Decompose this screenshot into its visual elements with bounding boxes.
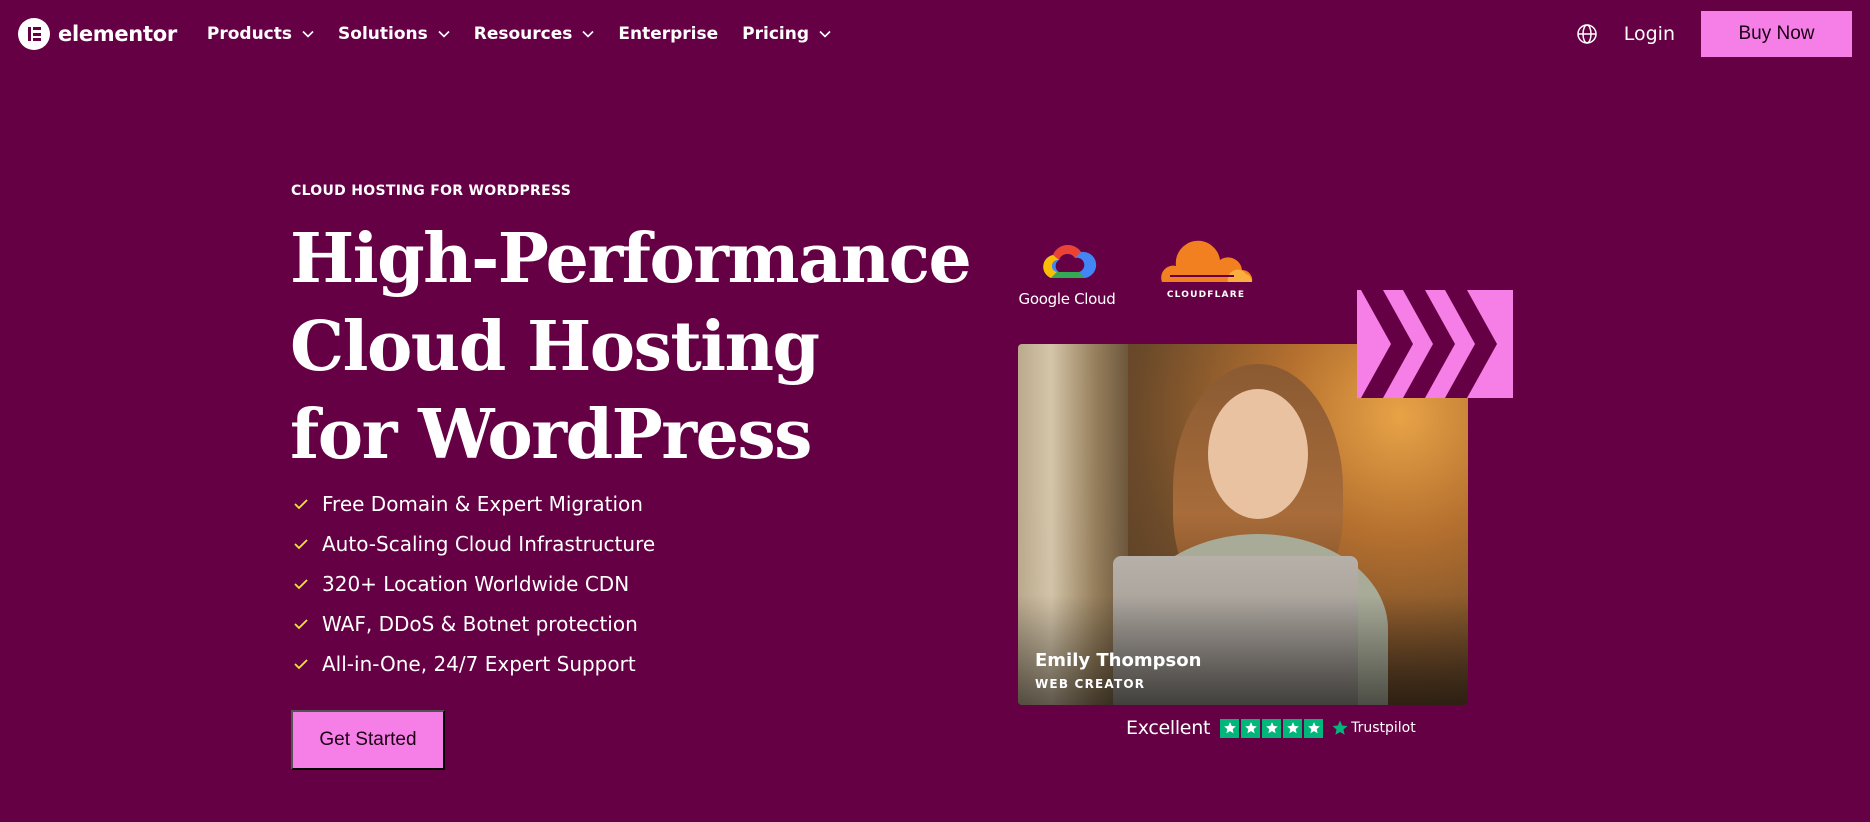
trustpilot-label: Trustpilot [1351, 720, 1416, 736]
main-menu: Products Solutions Resources Enterprise … [207, 24, 831, 44]
menu-item-solutions[interactable]: Solutions [338, 24, 450, 44]
feature-item: WAF, DDoS & Botnet protection [293, 604, 655, 644]
menu-item-enterprise[interactable]: Enterprise [618, 24, 718, 44]
testimonial-photo: Emily Thompson WEB CREATOR [1018, 344, 1468, 705]
get-started-button[interactable]: Get Started [291, 710, 445, 770]
nav-actions: Login Buy Now [1576, 11, 1852, 57]
headline-line: High-Performance [290, 219, 972, 299]
menu-item-label: Resources [473, 24, 573, 44]
check-icon [294, 579, 308, 590]
feature-item: All-in-One, 24/7 Expert Support [293, 644, 655, 684]
elementor-logo[interactable]: elementor [18, 18, 177, 50]
star-icon [1262, 718, 1282, 738]
globe-icon[interactable] [1576, 23, 1598, 45]
menu-item-resources[interactable]: Resources [474, 24, 595, 44]
star-icon [1283, 718, 1303, 738]
buy-now-button[interactable]: Buy Now [1701, 11, 1852, 57]
photo-person-face [1208, 389, 1308, 519]
feature-list: Free Domain & Expert Migration Auto-Scal… [293, 484, 655, 684]
star-icon [1220, 718, 1240, 738]
google-cloud-label: Google Cloud [1018, 290, 1116, 308]
top-navigation: elementor Products Solutions Resources E… [0, 0, 1870, 68]
menu-item-label: Enterprise [618, 24, 719, 44]
chevron-down-icon [302, 30, 314, 38]
menu-item-label: Solutions [338, 24, 428, 44]
google-cloud-logo: Google Cloud [1018, 238, 1116, 308]
trustpilot-brand: Trustpilot [1331, 719, 1416, 737]
chevron-down-icon [819, 30, 831, 38]
rating-word: Excellent [1126, 717, 1211, 739]
menu-item-pricing[interactable]: Pricing [742, 24, 831, 44]
cloudflare-logo: CLOUDFLARE [1158, 240, 1254, 300]
feature-item: Free Domain & Expert Migration [293, 484, 655, 524]
testimonial-name: Emily Thompson [1035, 650, 1202, 671]
headline-line: Cloud Hosting [290, 307, 820, 387]
testimonial-role: WEB CREATOR [1035, 677, 1146, 691]
feature-text: 320+ Location Worldwide CDN [322, 572, 630, 596]
check-icon [294, 659, 308, 670]
elementor-logo-icon [18, 18, 50, 50]
hero-eyebrow: CLOUD HOSTING FOR WORDPRESS [291, 183, 572, 199]
feature-text: All-in-One, 24/7 Expert Support [322, 652, 636, 676]
decorative-chevrons [1357, 290, 1513, 398]
headline-line: for WordPress [290, 395, 812, 475]
check-icon [294, 539, 308, 550]
feature-item: 320+ Location Worldwide CDN [293, 564, 655, 604]
hero-headline: High-Performance Cloud Hosting for WordP… [290, 215, 972, 479]
page: elementor Products Solutions Resources E… [0, 0, 1870, 822]
chevron-down-icon [582, 30, 594, 38]
google-cloud-icon [1043, 245, 1097, 278]
menu-item-label: Pricing [742, 24, 810, 44]
feature-item: Auto-Scaling Cloud Infrastructure [293, 524, 655, 564]
feature-text: Auto-Scaling Cloud Infrastructure [322, 532, 656, 556]
chevron-down-icon [438, 30, 450, 38]
star-icon [1241, 718, 1261, 738]
menu-item-products[interactable]: Products [207, 24, 314, 44]
star-icon [1304, 718, 1324, 738]
check-icon [294, 619, 308, 630]
rating-stars [1220, 718, 1324, 738]
feature-text: Free Domain & Expert Migration [322, 492, 643, 516]
logo-text: elementor [58, 22, 177, 46]
check-icon [294, 499, 308, 510]
login-link[interactable]: Login [1624, 23, 1675, 45]
feature-text: WAF, DDoS & Botnet protection [322, 612, 638, 636]
cloudflare-label: CLOUDFLARE [1166, 290, 1246, 300]
menu-item-label: Products [206, 24, 293, 44]
cloudflare-cloud-icon [1161, 240, 1253, 282]
trustpilot-rating[interactable]: Excellent Trustpilot [1126, 717, 1416, 739]
trustpilot-star-icon [1332, 720, 1348, 735]
